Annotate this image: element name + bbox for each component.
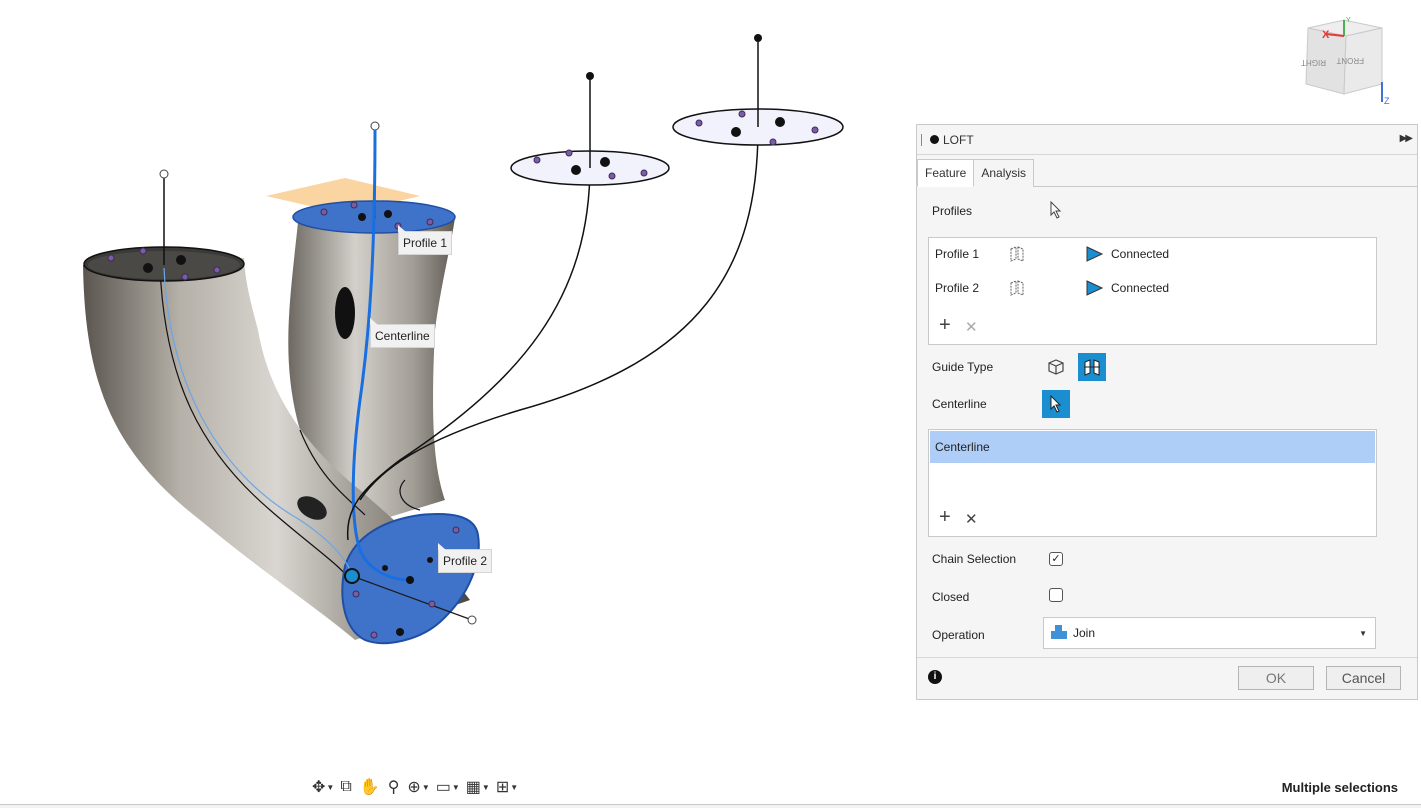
add-profile-icon[interactable]: + xyxy=(939,314,951,337)
drag-grip[interactable] xyxy=(921,133,924,146)
expand-icon[interactable]: ▶▶ xyxy=(1400,133,1413,144)
closed-label: Closed xyxy=(932,590,970,604)
list-item[interactable]: Centerline xyxy=(930,431,1375,463)
ok-button[interactable]: OK xyxy=(1238,666,1314,690)
grid-settings-icon[interactable]: ▦ ▼ xyxy=(466,777,494,797)
viewcube-right-face: RIGHT xyxy=(1301,58,1326,67)
profile-continuity[interactable]: Connected xyxy=(1111,247,1169,261)
profile-name: Profile 1 xyxy=(935,247,980,261)
operation-value: Join xyxy=(1073,626,1096,640)
viewcube-axis-y: Y xyxy=(1346,17,1351,24)
dialog-tabs: Feature Analysis xyxy=(917,155,1417,187)
profile-name: Profile 2 xyxy=(935,281,980,295)
centerline-point xyxy=(344,568,360,584)
guide-type-rails-icon[interactable] xyxy=(1042,353,1070,381)
dialog-header[interactable]: LOFT ▶▶ xyxy=(917,125,1417,155)
profiles-select-cursor-icon[interactable] xyxy=(1049,200,1063,222)
list-item[interactable]: Profile 2 Connected xyxy=(929,278,1376,298)
centerline-list[interactable]: Centerline + ✕ xyxy=(928,429,1377,537)
profile-1-callout: Profile 1 xyxy=(398,225,453,255)
remove-profile-icon[interactable]: ✕ xyxy=(965,318,978,336)
chain-selection-checkbox[interactable]: ✓ xyxy=(1049,552,1063,566)
list-item[interactable]: Profile 1 Connected xyxy=(929,244,1376,264)
pan-icon[interactable]: ✋ xyxy=(360,777,380,797)
viewcube-axis-x: X xyxy=(1322,29,1330,41)
viewports-icon[interactable]: ⊞ ▼ xyxy=(496,777,522,797)
chain-selection-label: Chain Selection xyxy=(932,552,1017,566)
view-cube[interactable]: RIGHT FRONT X Y Z xyxy=(1296,14,1392,106)
join-icon xyxy=(1050,624,1068,643)
add-centerline-icon[interactable]: + xyxy=(939,506,951,529)
profile-face-icon[interactable] xyxy=(1008,246,1026,265)
zoom-icon[interactable]: ⚲ xyxy=(388,777,400,797)
chevron-down-icon[interactable]: ▼ xyxy=(1359,629,1367,638)
profile-continuity[interactable]: Connected xyxy=(1111,281,1169,295)
navigation-bar: ✥ ▼ ⧉ ✋ ⚲ ⊕ ▼ ▭ ▼ ▦ ▼ ⊞ ▼ xyxy=(312,774,522,800)
loft-dialog: LOFT ▶▶ Feature Analysis Profiles Profil… xyxy=(916,124,1418,700)
bottom-divider xyxy=(0,804,1421,808)
dialog-footer: i OK Cancel xyxy=(917,657,1417,699)
cancel-button[interactable]: Cancel xyxy=(1326,666,1401,690)
profiles-list[interactable]: Profile 1 Connected Profile 2 Connected … xyxy=(928,237,1377,345)
profile-face-icon[interactable] xyxy=(1008,280,1026,299)
tab-feature[interactable]: Feature xyxy=(917,159,975,187)
display-settings-icon[interactable]: ▭ ▼ xyxy=(436,777,464,797)
guide-type-label: Guide Type xyxy=(932,360,994,374)
centerline-select-cursor-icon[interactable] xyxy=(1042,390,1070,418)
centerline-label: Centerline xyxy=(932,397,987,411)
viewcube-axis-z: Z xyxy=(1384,96,1390,106)
operation-label: Operation xyxy=(932,628,985,642)
dialog-title: LOFT xyxy=(943,132,974,147)
fit-icon[interactable]: ⊕ ▼ xyxy=(407,777,433,797)
guide-type-centerline-icon[interactable] xyxy=(1078,353,1106,381)
selection-status: Multiple selections xyxy=(1281,780,1398,795)
closed-checkbox[interactable] xyxy=(1049,588,1063,602)
loft-feature-icon xyxy=(930,135,939,144)
profile-2-callout: Profile 2 xyxy=(438,543,493,573)
profiles-label: Profiles xyxy=(932,204,973,218)
orbit-icon[interactable]: ✥ ▼ xyxy=(312,777,338,797)
connected-icon[interactable] xyxy=(1084,279,1106,300)
pipe-branch-hole xyxy=(335,287,355,339)
look-at-icon[interactable]: ⧉ xyxy=(340,778,351,796)
viewcube-front-face: FRONT xyxy=(1336,56,1364,65)
centerline-callout: Centerline xyxy=(370,318,435,348)
remove-centerline-icon[interactable]: ✕ xyxy=(965,510,978,528)
tab-analysis[interactable]: Analysis xyxy=(974,159,1035,187)
operation-select[interactable]: Join ▼ xyxy=(1043,617,1376,649)
info-icon[interactable]: i xyxy=(928,670,942,684)
connected-icon[interactable] xyxy=(1084,245,1106,266)
